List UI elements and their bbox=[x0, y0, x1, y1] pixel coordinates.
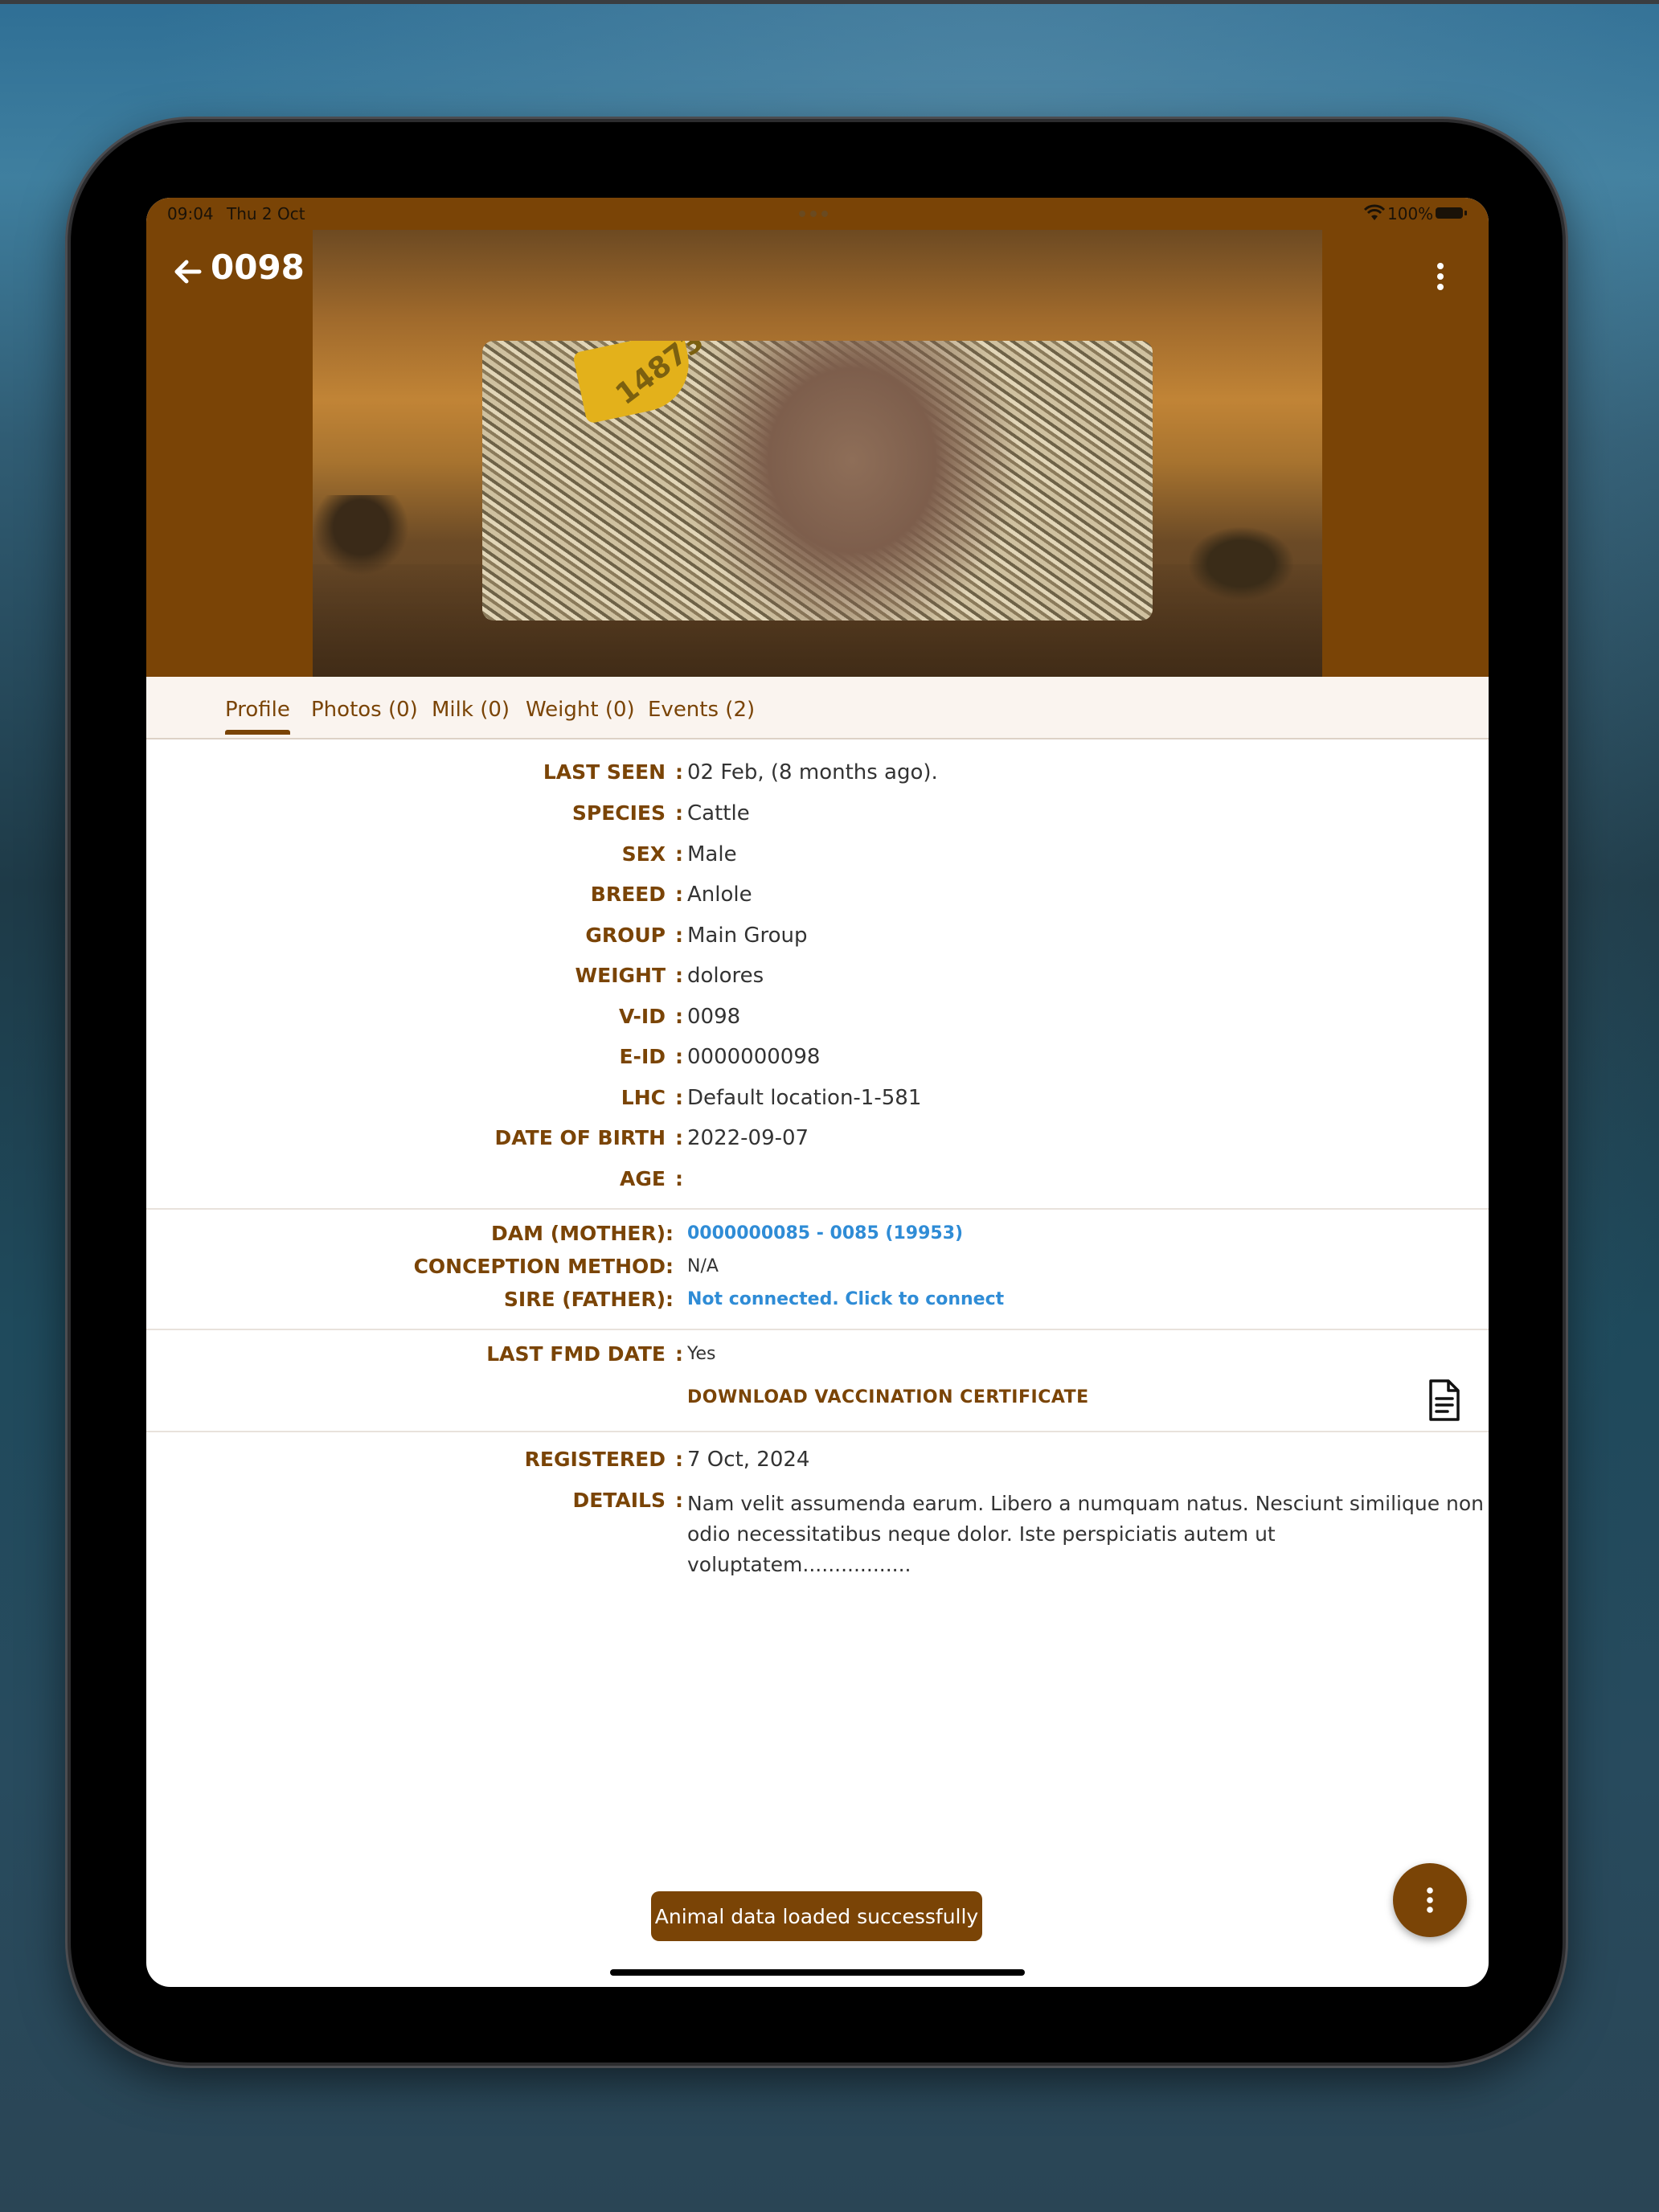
status-date: Thu 2 Oct bbox=[227, 204, 305, 223]
row-sire: SIRE (FATHER): Not connected. Click to c… bbox=[503, 1288, 1005, 1311]
toast-message: Animal data loaded successfully bbox=[651, 1891, 982, 1941]
breed-value: Anlole bbox=[687, 883, 752, 907]
sire-connect-link[interactable]: Not connected. Click to connect bbox=[687, 1289, 1004, 1309]
top-edge bbox=[0, 0, 1659, 4]
profile-header: 14873 09:04 Thu 2 Oct 100% 0098 bbox=[146, 198, 1489, 677]
divider bbox=[146, 1431, 1489, 1432]
tab-events[interactable]: Events (2) bbox=[648, 698, 755, 722]
row-vid: V-ID : 0098 bbox=[619, 1005, 741, 1029]
group-value: Main Group bbox=[687, 924, 808, 948]
eid-value: 0000000098 bbox=[687, 1045, 821, 1069]
home-indicator[interactable] bbox=[610, 1969, 1025, 1976]
status-bar: 09:04 Thu 2 Oct 100% bbox=[146, 198, 1489, 227]
download-vaccination-certificate-link[interactable]: DOWNLOAD VACCINATION CERTIFICATE bbox=[687, 1387, 1089, 1407]
tab-profile[interactable]: Profile bbox=[225, 698, 290, 735]
row-last-seen: LAST SEEN : 02 Feb, (8 months ago). bbox=[543, 760, 938, 784]
sex-value: Male bbox=[687, 842, 737, 866]
tab-weight[interactable]: Weight (0) bbox=[526, 698, 635, 722]
back-button[interactable] bbox=[166, 249, 211, 294]
row-registered: REGISTERED : 7 Oct, 2024 bbox=[524, 1448, 810, 1472]
wifi-icon bbox=[1363, 204, 1386, 220]
device-side-button bbox=[1563, 277, 1567, 398]
row-sex: SEX : Male bbox=[621, 842, 737, 866]
last-fmd-value: Yes bbox=[687, 1344, 716, 1364]
tab-milk[interactable]: Milk (0) bbox=[432, 698, 510, 722]
divider bbox=[146, 1329, 1489, 1330]
row-dam: DAM (MOTHER): 0000000085 - 0085 (19953) bbox=[491, 1222, 964, 1245]
battery-icon bbox=[1436, 207, 1467, 219]
arrow-left-icon bbox=[174, 260, 202, 284]
row-conception-method: CONCEPTION METHOD: N/A bbox=[413, 1255, 719, 1278]
more-vert-icon bbox=[1427, 1887, 1433, 1913]
tab-photos[interactable]: Photos (0) bbox=[311, 698, 418, 722]
status-time: 09:04 bbox=[167, 204, 214, 223]
dob-value: 2022-09-07 bbox=[687, 1126, 809, 1150]
app-screen: 14873 09:04 Thu 2 Oct 100% 0098 Profile … bbox=[146, 198, 1489, 1987]
animal-photo[interactable]: 14873 bbox=[482, 341, 1153, 621]
weight-value: dolores bbox=[687, 964, 764, 988]
row-group: GROUP : Main Group bbox=[585, 924, 808, 948]
last-seen-value: 02 Feb, (8 months ago). bbox=[687, 760, 938, 784]
multitask-dots-icon[interactable] bbox=[799, 211, 828, 217]
row-eid: E-ID : 0000000098 bbox=[619, 1045, 821, 1069]
registered-value: 7 Oct, 2024 bbox=[687, 1448, 810, 1472]
dam-link[interactable]: 0000000085 - 0085 (19953) bbox=[687, 1223, 963, 1243]
row-last-fmd-date: LAST FMD DATE : Yes bbox=[486, 1342, 716, 1366]
lhc-value: Default location-1-581 bbox=[687, 1086, 922, 1110]
menu-button[interactable] bbox=[1424, 254, 1456, 299]
tab-bar: Profile Photos (0) Milk (0) Weight (0) E… bbox=[146, 677, 1489, 739]
row-weight: WEIGHT : dolores bbox=[575, 964, 764, 988]
row-breed: BREED : Anlole bbox=[590, 883, 752, 907]
species-value: Cattle bbox=[687, 801, 750, 825]
ear-tag: 14873 bbox=[572, 341, 710, 424]
row-date-of-birth: DATE OF BIRTH : 2022-09-07 bbox=[494, 1126, 809, 1150]
fab-more-button[interactable] bbox=[1393, 1863, 1467, 1937]
details-value: Nam velit assumenda earum. Libero a numq… bbox=[687, 1492, 1485, 1576]
vid-value: 0098 bbox=[687, 1005, 741, 1029]
page-title: 0098 bbox=[211, 248, 305, 287]
more-vert-icon bbox=[1437, 263, 1444, 290]
document-icon[interactable] bbox=[1426, 1378, 1463, 1423]
battery-percent: 100% bbox=[1387, 204, 1434, 223]
row-lhc: LHC : Default location-1-581 bbox=[621, 1086, 922, 1110]
row-age: AGE : bbox=[620, 1167, 683, 1190]
row-species: SPECIES : Cattle bbox=[571, 801, 750, 825]
divider bbox=[146, 1208, 1489, 1210]
conception-value: N/A bbox=[687, 1256, 719, 1276]
